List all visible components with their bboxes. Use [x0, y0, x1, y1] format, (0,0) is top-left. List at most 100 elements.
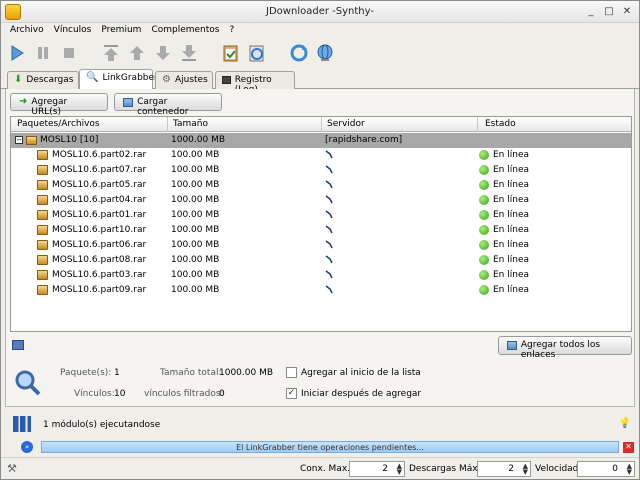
- stop-icon[interactable]: [59, 43, 79, 63]
- file-row[interactable]: MOSL10.6.part01.rar 100.00 MB En línea: [11, 208, 631, 223]
- tab-bar: ⬇ Descargas 🔍 LinkGrabber ⚙ Ajustes Regi…: [1, 69, 639, 95]
- online-check-icon: [479, 210, 489, 220]
- file-name: MOSL10.6.part07.rar: [52, 165, 147, 175]
- maximize-button[interactable]: □: [601, 5, 617, 19]
- close-button[interactable]: ✕: [619, 5, 635, 19]
- online-check-icon: [479, 180, 489, 190]
- clipboard-icon[interactable]: [221, 43, 241, 63]
- file-name: MOSL10.6.part10.rar: [52, 225, 147, 235]
- file-size: 100.00 MB: [171, 270, 220, 280]
- file-row[interactable]: MOSL10.6.part09.rar 100.00 MB En línea: [11, 283, 631, 298]
- modules-icon: [13, 416, 31, 432]
- hoster-icon: [325, 285, 333, 294]
- cancel-progress-icon[interactable]: ✕: [623, 442, 634, 453]
- refresh-icon[interactable]: [289, 43, 309, 63]
- rar-file-icon: [37, 225, 48, 235]
- hoster-icon: [325, 210, 333, 219]
- file-row[interactable]: MOSL10.6.part05.rar 100.00 MB En línea: [11, 178, 631, 193]
- collapse-icon[interactable]: −: [15, 136, 23, 144]
- file-size: 100.00 MB: [171, 195, 220, 205]
- file-row[interactable]: MOSL10.6.part07.rar 100.00 MB En línea: [11, 163, 631, 178]
- online-check-icon: [479, 150, 489, 160]
- pause-icon[interactable]: [33, 43, 53, 63]
- rar-file-icon: [37, 270, 48, 280]
- settings-tool-icon[interactable]: ⚒: [7, 462, 17, 475]
- downloads-max-spinner[interactable]: 2 ▲ ▼: [477, 461, 531, 477]
- conx-max-spinner[interactable]: 2 ▲ ▼: [349, 461, 405, 477]
- file-status: En línea: [493, 165, 530, 175]
- tab-linkgrabber[interactable]: 🔍 LinkGrabber: [79, 69, 158, 90]
- start-after-label: Iniciar después de agregar: [301, 389, 422, 399]
- rar-file-icon: [37, 285, 48, 295]
- file-status: En línea: [493, 225, 530, 235]
- add-all-links-button[interactable]: Agregar todos los enlaces: [498, 336, 632, 360]
- speed-spinner[interactable]: 0 ▲ ▼: [577, 461, 635, 477]
- file-name: MOSL10.6.part08.rar: [52, 255, 147, 265]
- move-down-icon[interactable]: [153, 43, 173, 63]
- table-options-icon[interactable]: [12, 340, 24, 350]
- log-icon: [222, 76, 231, 84]
- rar-file-icon: [37, 255, 48, 265]
- online-check-icon: [479, 255, 489, 265]
- tab-ajustes[interactable]: ⚙ Ajustes: [155, 71, 213, 89]
- file-name: MOSL10.6.part06.rar: [52, 240, 147, 250]
- file-size: 100.00 MB: [171, 150, 220, 160]
- hoster-icon: [325, 165, 333, 174]
- file-row[interactable]: MOSL10.6.part08.rar 100.00 MB En línea: [11, 253, 631, 268]
- update-globe-icon[interactable]: [315, 43, 335, 63]
- hoster-icon: [325, 195, 333, 204]
- file-row[interactable]: MOSL10.6.part02.rar 100.00 MB En línea: [11, 148, 631, 163]
- file-status: En línea: [493, 270, 530, 280]
- reconnect-clipboard-icon[interactable]: [247, 43, 267, 63]
- file-row[interactable]: MOSL10.6.part04.rar 100.00 MB En línea: [11, 193, 631, 208]
- start-after-checkbox[interactable]: ✓: [286, 388, 297, 399]
- menu-help[interactable]: ?: [224, 23, 239, 39]
- filtered-label: vínculos filtrados:: [144, 389, 224, 399]
- file-size: 100.00 MB: [171, 255, 220, 265]
- file-row[interactable]: MOSL10.6.part10.rar 100.00 MB En línea: [11, 223, 631, 238]
- load-container-button[interactable]: Cargar contenedor: [114, 93, 222, 117]
- file-status: En línea: [493, 210, 530, 220]
- add-top-checkbox[interactable]: [286, 367, 297, 378]
- package-icon: [26, 136, 37, 145]
- file-name: MOSL10.6.part04.rar: [52, 195, 147, 205]
- menu-premium[interactable]: Premium: [96, 23, 146, 39]
- rar-file-icon: [37, 150, 48, 160]
- file-status: En línea: [493, 255, 530, 265]
- move-up-icon[interactable]: [127, 43, 147, 63]
- move-top-icon[interactable]: [101, 43, 121, 63]
- menu-complementos[interactable]: Complementos: [146, 23, 224, 39]
- linkgrabber-panel: ➜ Agregar URL(s) Cargar contenedor Paque…: [5, 89, 635, 407]
- spinner-arrows-icon[interactable]: ▲ ▼: [523, 463, 528, 476]
- col-tamano[interactable]: Tamaño: [173, 119, 208, 129]
- spinner-arrows-icon[interactable]: ▲ ▼: [627, 463, 632, 476]
- col-servidor[interactable]: Servidor: [327, 119, 365, 129]
- window-title: JDownloader -Synthy-: [266, 6, 374, 17]
- col-paquetes[interactable]: Paquetes/Archivos: [17, 119, 100, 129]
- file-row[interactable]: MOSL10.6.part03.rar 100.00 MB En línea: [11, 268, 631, 283]
- menu-vinculos[interactable]: Vínculos: [49, 23, 97, 39]
- info-area: Paquete(s): 1 Tamaño total: 1000.00 MB V…: [10, 361, 632, 405]
- toolbar: [1, 39, 639, 67]
- modules-status: 1 módulo(s) ejecutandose: [43, 420, 161, 430]
- title-bar: JDownloader -Synthy- _ □ ✕: [1, 1, 639, 23]
- file-status: En línea: [493, 240, 530, 250]
- tab-registro[interactable]: Registro (Log): [215, 71, 295, 95]
- spinner-arrows-icon[interactable]: ▲ ▼: [397, 463, 402, 476]
- package-row[interactable]: − MOSL10 [10] 1000.00 MB [rapidshare.com…: [11, 133, 631, 148]
- file-row[interactable]: MOSL10.6.part06.rar 100.00 MB En línea: [11, 238, 631, 253]
- col-estado[interactable]: Estado: [485, 119, 516, 129]
- move-bottom-icon[interactable]: [179, 43, 199, 63]
- online-check-icon: [479, 285, 489, 295]
- hoster-icon: [325, 180, 333, 189]
- minimize-button[interactable]: _: [583, 5, 599, 19]
- fast-forward-icon[interactable]: »: [21, 441, 33, 453]
- menu-archivo[interactable]: Archivo: [5, 23, 49, 39]
- file-status: En línea: [493, 195, 530, 205]
- app-window: JDownloader -Synthy- _ □ ✕ Archivo Víncu…: [0, 0, 640, 480]
- file-size: 100.00 MB: [171, 165, 220, 175]
- play-icon[interactable]: [7, 43, 27, 63]
- add-url-button[interactable]: ➜ Agregar URL(s): [10, 93, 108, 117]
- tab-descargas[interactable]: ⬇ Descargas: [7, 71, 79, 89]
- hoster-icon: [325, 150, 333, 159]
